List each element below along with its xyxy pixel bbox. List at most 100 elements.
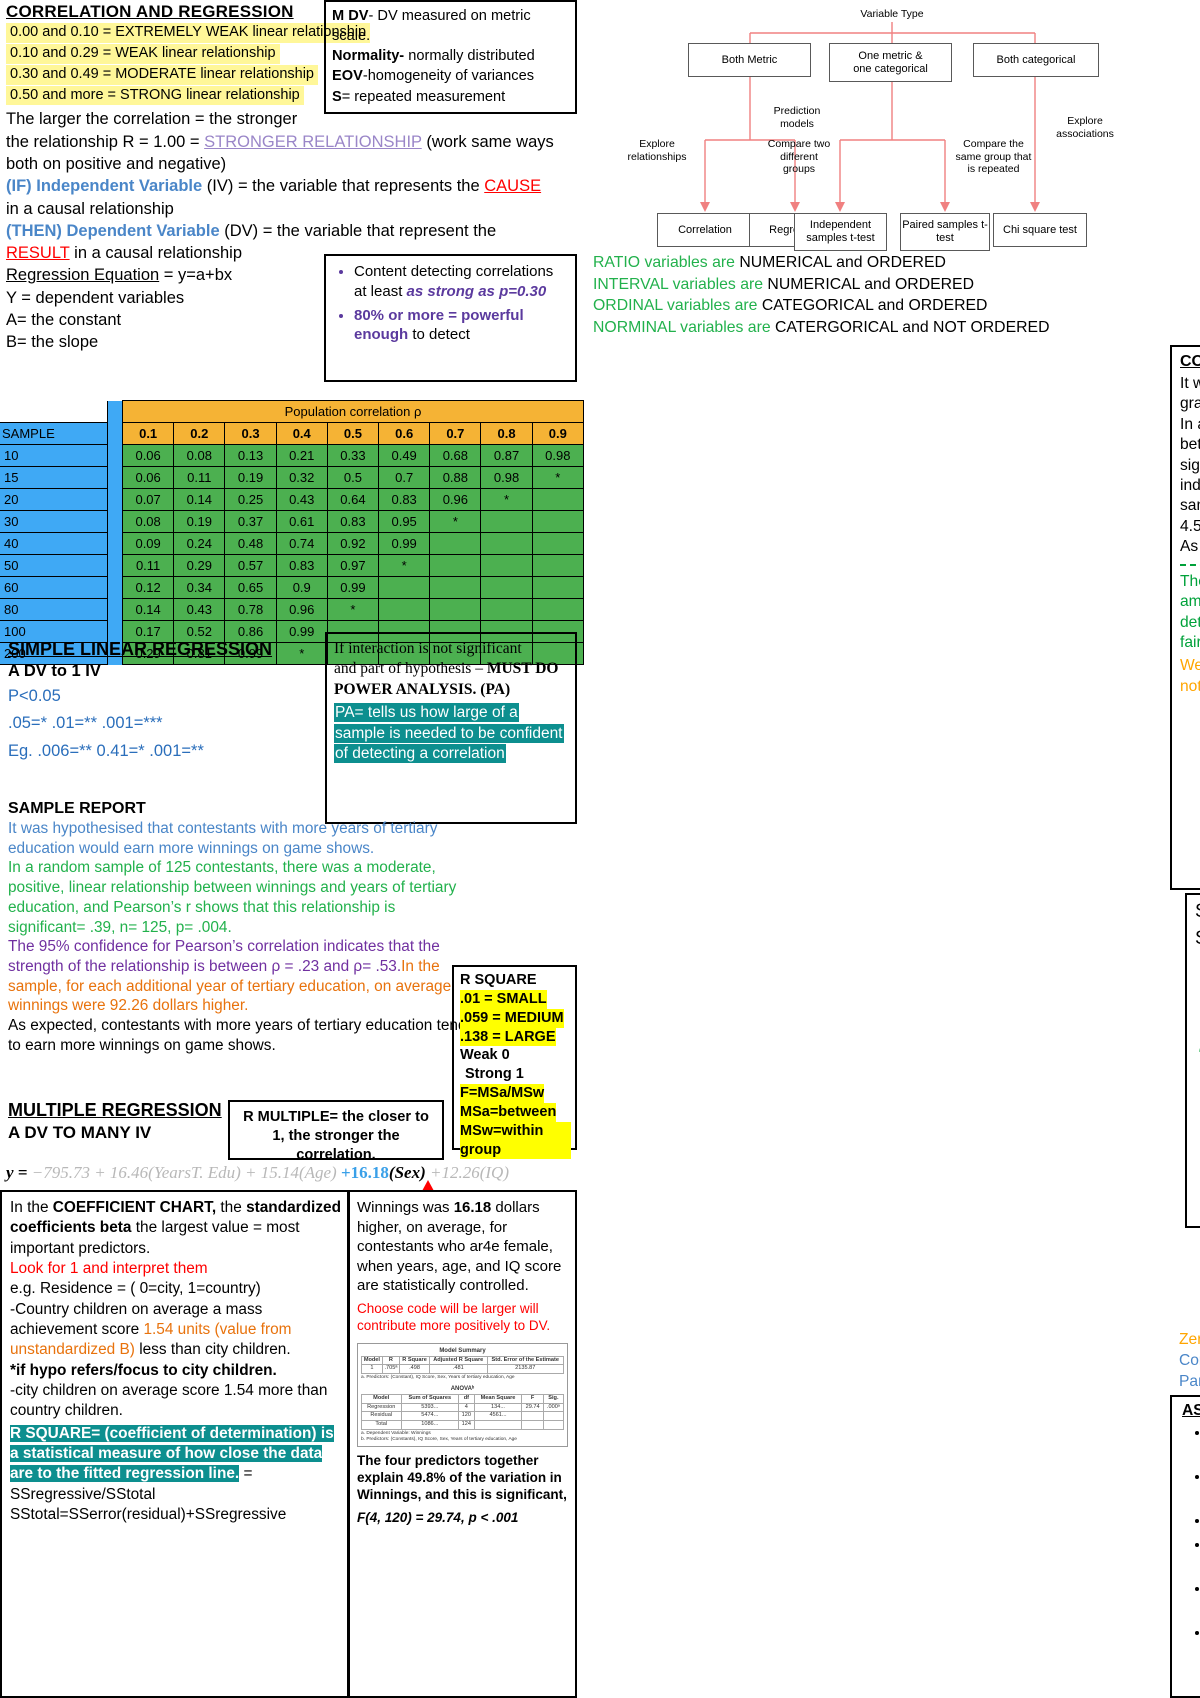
col-header: 0.6 [378, 422, 431, 445]
table-row: 20 0.07 0.14 0.25 0.43 0.64 0.83 0.96 * [0, 488, 585, 511]
spss-data-cell: .000ᵃ [542, 1402, 565, 1413]
normality-key: Normality- [332, 48, 405, 65]
power-value-cell: 0.96 [275, 598, 328, 621]
cr-p1: It was hypothesized that the more studen… [1180, 374, 1200, 413]
sample-size-cell: 60 [0, 576, 109, 599]
a-definition: A= the constant [6, 310, 122, 329]
win-p1: Winnings was 16.18 dollars higher, on av… [357, 1198, 568, 1296]
spss-header-cell: Mean Square [473, 1394, 523, 1404]
tree-node-both-metric: Both Metric [688, 43, 811, 77]
sample-size-cell: 50 [0, 554, 109, 577]
vartype-row: ORDINAL variables are CATEGORICAL and OR… [593, 295, 1200, 317]
power-value-cell: 0.92 [326, 532, 380, 555]
iv-label: (IF) Independent Variable [6, 177, 203, 196]
anova-table: Model Sum of Squares df Mean Square F Sig. Re… [361, 1394, 565, 1430]
vartype-row: NORMINAL variables are CATERGORICAL and … [593, 317, 1200, 339]
spss-data-cell: 1 [361, 1364, 383, 1374]
s-value: = repeated measurement [341, 88, 506, 105]
spss-data-cell [521, 1420, 544, 1430]
slr-subtitle: A DV to 1 IV [8, 662, 101, 680]
rsq-title: R SQUARE [460, 972, 537, 988]
table-row: 60 0.12 0.34 0.65 0.9 0.99 [0, 576, 585, 599]
power-value-cell [429, 532, 482, 555]
cr-title: CORRELATION AND REGRESSION [1180, 353, 1200, 370]
spss-data-cell: 120 [458, 1411, 475, 1421]
r-multiple-box: R MULTIPLE= the closer to 1, the stronge… [228, 1100, 444, 1163]
spss-header-cell: R Square [399, 1355, 430, 1366]
table-gap [107, 576, 124, 599]
regression-equation-label: Regression Equation [6, 266, 160, 285]
zero-order-key: Zero Order [1179, 1331, 1200, 1348]
power-value-cell: 0.78 [224, 598, 277, 621]
table-corner-blank [0, 400, 108, 423]
power-value-cell: 0.19 [173, 510, 226, 533]
stress-sex-line: Stress to Sex = r=.12,p=.227 [1195, 926, 1200, 953]
power-value-cell: 0.98 [480, 466, 533, 489]
spss-header-cell: df [458, 1394, 475, 1404]
coef-hypo-note: *if hypo refers/focus to city children. [10, 1361, 277, 1379]
table-gap [107, 510, 124, 533]
assumptions-title: ASSUMPTIONS/TESTS [1182, 1402, 1200, 1419]
table-gap [107, 598, 124, 621]
simple-linear-regression-section: SIMPLE LINEAR REGRESSION A DV to 1 IV P<… [0, 635, 334, 763]
power-value-cell: 0.12 [122, 576, 175, 599]
y-definition: Y = dependent variables [6, 288, 185, 307]
dv-label: (THEN) Dependent Variable [6, 221, 220, 240]
mr-subtitle: A DV TO MANY IV [8, 1123, 152, 1142]
eq-highlight-term: (Sex) [388, 1163, 426, 1182]
power-content-box: Content detecting correlations at least … [324, 254, 577, 382]
power-value-cell: 0.24 [173, 532, 226, 555]
power-value-cell: 0.99 [326, 576, 380, 599]
rsq-msw: MSw=within group [460, 1121, 571, 1160]
power-value-cell: 0.06 [122, 466, 175, 489]
power-value-cell: 0.83 [326, 510, 380, 533]
spss-data-cell: 29.74 [521, 1402, 544, 1413]
power-value-cell [480, 576, 533, 599]
spss-row: Total 1086... 124 [361, 1420, 565, 1430]
regression-equation-value: = y=a+bx [159, 266, 233, 285]
power-value-cell: * [480, 488, 533, 511]
spss-data-cell: .498 [399, 1364, 430, 1374]
vartype-key: NORMINAL variables are [593, 318, 776, 336]
model-summary-caption: Model Summary [439, 1347, 486, 1354]
col-header: 0.7 [429, 422, 482, 445]
vartype-value: NUMERICAL and ORDERED [739, 254, 946, 271]
part-key: Part [1179, 1372, 1200, 1390]
table-gap [107, 444, 124, 467]
power-value-cell: 0.57 [224, 554, 277, 577]
coef-p1: In the COEFFICIENT CHART, the standardiz… [10, 1198, 341, 1259]
anova-caption: ANOVAᵇ [450, 1386, 475, 1393]
vartype-key: ORDINAL variables are [593, 297, 762, 315]
win-code-note: Choose code will be larger will contribu… [357, 1300, 551, 1334]
col-header: 0.4 [275, 422, 328, 445]
sample-column-header: SAMPLE [0, 422, 109, 445]
correlation-regression-report-box: CORRELATION AND REGRESSION It was hypoth… [1170, 345, 1200, 890]
spss-data-cell: 124 [458, 1420, 475, 1430]
win-f-statistic: F(4, 120) = 29.74, p < .001 [357, 1510, 519, 1526]
col-header: 0.5 [326, 422, 380, 445]
line-worksame: (work same ways [421, 132, 554, 151]
cr-green-paragraph: There is insufficient evidence to sugges… [1180, 572, 1200, 654]
power-value-cell: 0.43 [173, 598, 226, 621]
tree-leaf-correlation: Correlation [657, 213, 753, 247]
tree-leaf-independent-samples-t-test: Independent samples t-test [794, 213, 887, 251]
eq-highlight-coefficient: +16.18 [340, 1163, 389, 1182]
power-analysis-box: If interaction is not significant and pa… [325, 632, 577, 824]
spss-row: Residual 5474... 120 4561... [361, 1411, 565, 1421]
spss-data-cell: 4561... [473, 1411, 523, 1421]
power-value-cell: 0.43 [275, 488, 328, 511]
col-header: 0.9 [531, 422, 585, 445]
win-p1a: Winnings was [357, 1199, 454, 1216]
spss-header-cell: F [521, 1394, 544, 1404]
tree-edge-compare-two-groups: Compare two different groups [767, 138, 831, 176]
power-value-cell: 0.83 [378, 488, 431, 511]
power-value-cell: 0.98 [531, 444, 585, 467]
power-value-cell: 0.95 [378, 510, 431, 533]
model-summary-table: Model R R Square Adjusted R Square Std. Erro… [361, 1355, 565, 1374]
spss-data-cell: .481 [429, 1364, 488, 1374]
tree-root-label: Variable Type [860, 8, 924, 20]
part-row: Part=how much R-square will affect/chang… [1179, 1372, 1200, 1393]
dv-definition-cont: in a causal relationship [69, 244, 243, 263]
power-value-cell: * [429, 510, 482, 533]
power-value-cell: 0.21 [275, 444, 328, 467]
